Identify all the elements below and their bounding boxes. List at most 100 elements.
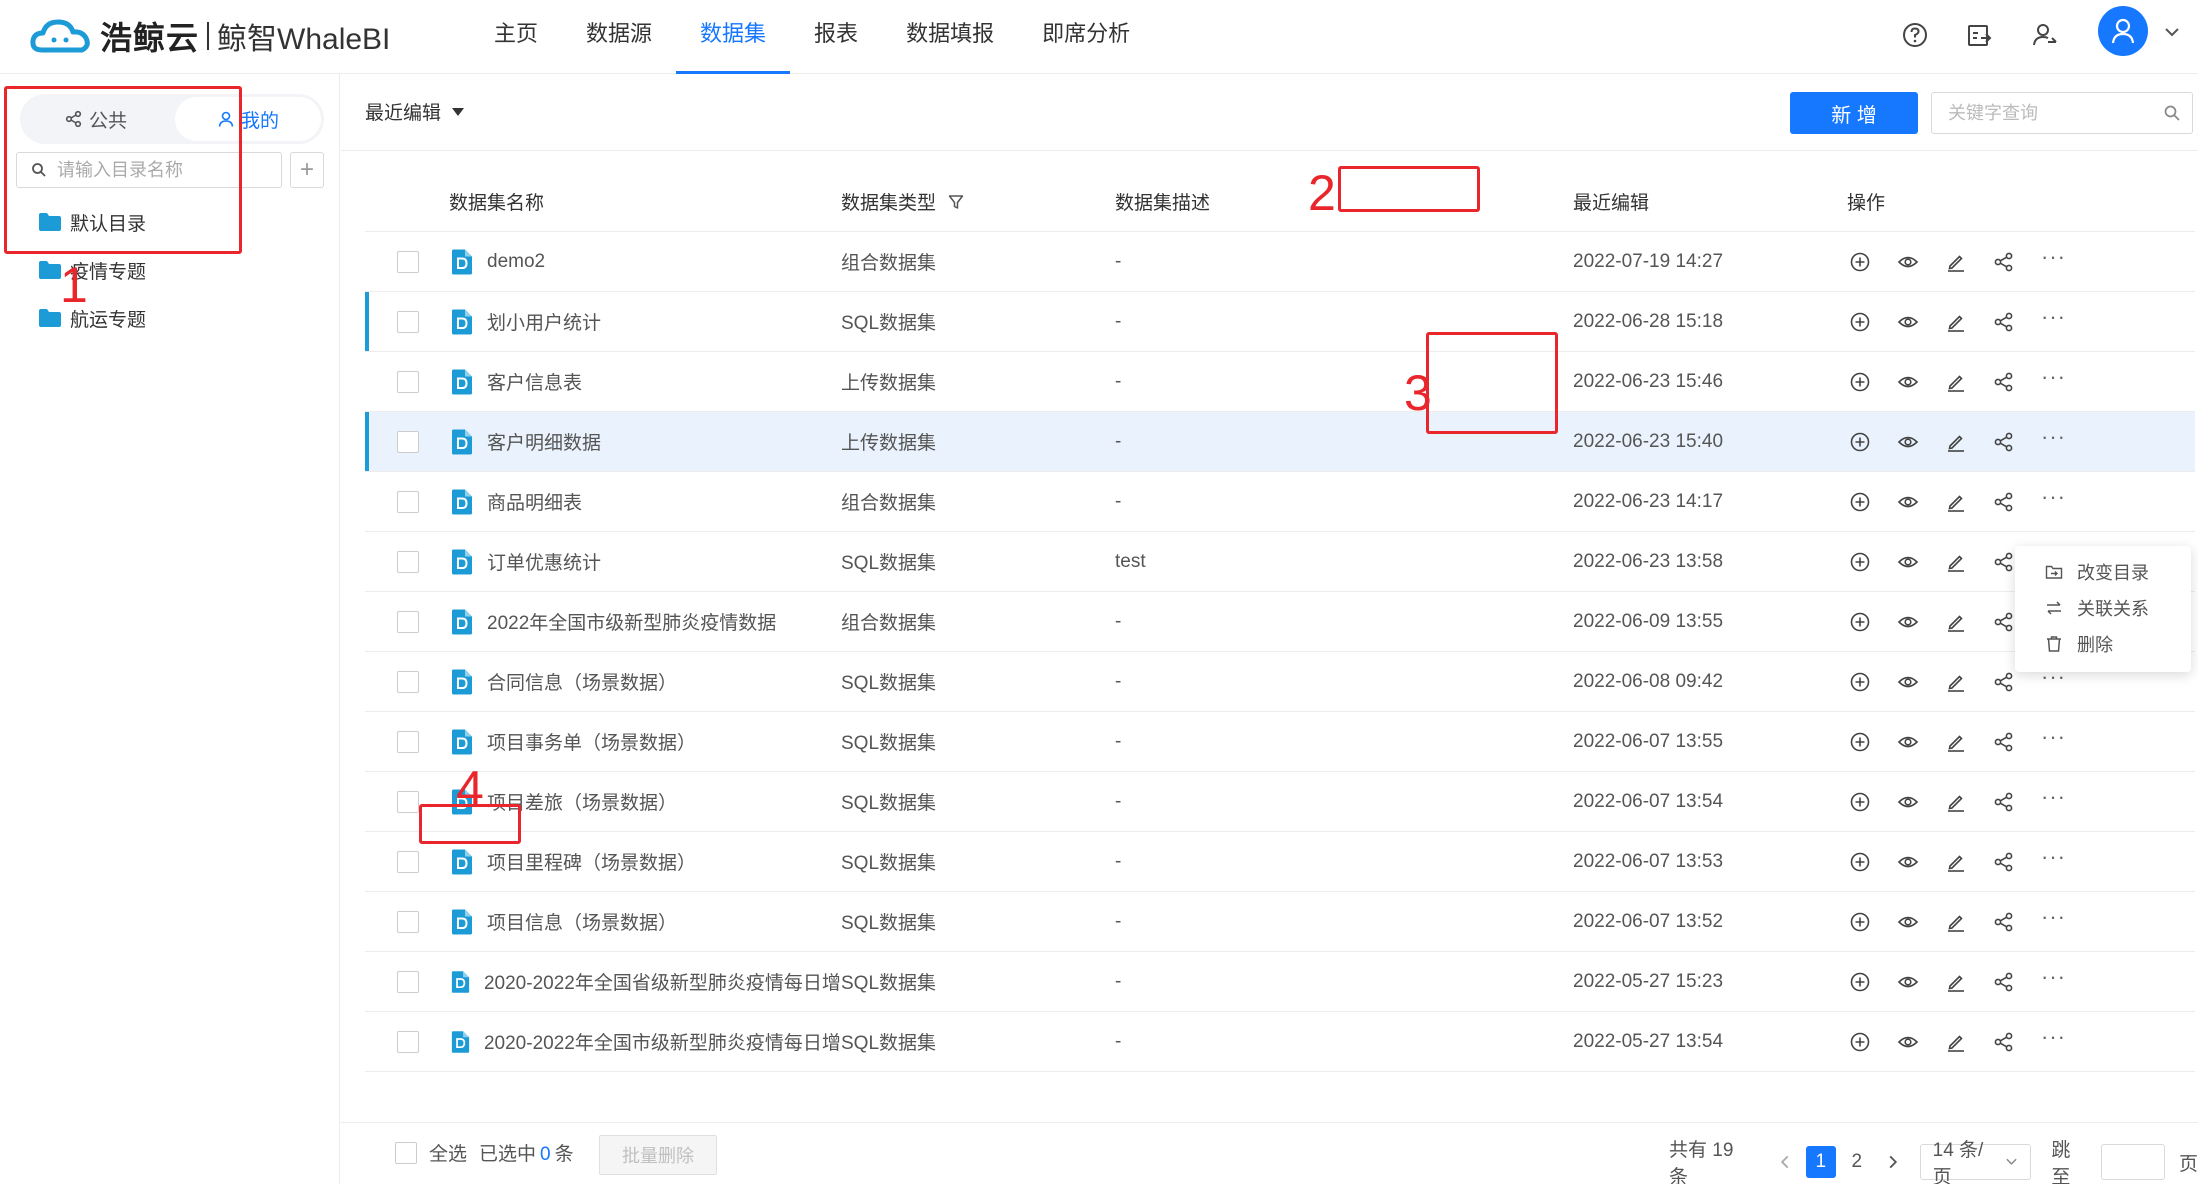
directory-item[interactable]: 航运专题 xyxy=(38,294,146,342)
share-icon[interactable] xyxy=(1991,489,2017,515)
page-2-button[interactable]: 2 xyxy=(1842,1146,1872,1178)
dataset-name[interactable]: 项目里程碑（场景数据） xyxy=(487,848,696,875)
row-checkbox[interactable] xyxy=(397,310,419,333)
eye-icon[interactable] xyxy=(1895,609,1921,635)
table-row[interactable]: 2020-2022年全国市级新型肺炎疫情每日增量数据SQL数据集 - 2022-05… xyxy=(365,1012,2195,1072)
eye-icon[interactable] xyxy=(1895,909,1921,935)
more-icon[interactable]: ··· xyxy=(2041,425,2066,452)
more-icon[interactable]: ··· xyxy=(2041,245,2066,272)
row-checkbox[interactable] xyxy=(397,370,419,393)
share-icon[interactable] xyxy=(1991,729,2017,755)
table-row[interactable]: demo2 组合数据集 - 2022-07-19 14:27 ··· xyxy=(365,232,2195,292)
eye-icon[interactable] xyxy=(1895,489,1921,515)
user-switch-icon[interactable] xyxy=(2030,20,2060,50)
add-directory-button[interactable]: + xyxy=(290,152,324,188)
more-icon[interactable]: ··· xyxy=(2041,905,2066,932)
more-icon[interactable]: ··· xyxy=(2041,485,2066,512)
page-size-select[interactable]: 14 条/页 xyxy=(1919,1140,2032,1184)
eye-icon[interactable] xyxy=(1895,969,1921,995)
select-all-checkbox[interactable] xyxy=(395,1141,417,1164)
nav-report[interactable]: 报表 xyxy=(790,0,882,74)
edit-icon[interactable] xyxy=(1943,1029,1969,1055)
share-icon[interactable] xyxy=(1991,309,2017,335)
plus-circle-icon[interactable] xyxy=(1847,909,1873,935)
dataset-name[interactable]: 客户信息表 xyxy=(487,368,582,395)
row-checkbox[interactable] xyxy=(397,550,419,573)
dataset-name[interactable]: demo2 xyxy=(487,251,545,273)
table-row[interactable]: 客户信息表 上传数据集 -2022-06-23 15:46 ··· xyxy=(365,352,2195,412)
plus-circle-icon[interactable] xyxy=(1847,849,1873,875)
dataset-name[interactable]: 合同信息（场景数据） xyxy=(487,668,677,695)
row-checkbox[interactable] xyxy=(397,490,419,513)
plus-circle-icon[interactable] xyxy=(1847,429,1873,455)
edit-icon[interactable] xyxy=(1943,489,1969,515)
table-row[interactable]: 订单优惠统计SQL数据集test2022-06-23 13:58··· xyxy=(365,532,2195,592)
help-circle-icon[interactable] xyxy=(1900,20,1930,50)
batch-delete-button[interactable]: 批量删除 xyxy=(599,1135,717,1175)
share-icon[interactable] xyxy=(1991,249,2017,275)
more-icon[interactable]: ··· xyxy=(2041,1025,2066,1052)
dataset-name[interactable]: 2020-2022年全国省级新型肺炎疫情每日增量数据 xyxy=(484,968,841,995)
more-icon[interactable]: ··· xyxy=(2041,965,2066,992)
more-icon[interactable]: ··· xyxy=(2041,665,2066,692)
eye-icon[interactable] xyxy=(1895,549,1921,575)
nav-data-fill[interactable]: 数据填报 xyxy=(882,0,1018,74)
table-row[interactable]: 2020-2022年全国省级新型肺炎疫情每日增量数据SQL数据集 - 2022-05… xyxy=(365,952,2195,1012)
edit-icon[interactable] xyxy=(1943,369,1969,395)
row-checkbox[interactable] xyxy=(397,1030,419,1053)
dataset-name[interactable]: 划小用户统计 xyxy=(487,308,601,335)
more-icon[interactable]: ··· xyxy=(2041,845,2066,872)
edit-icon[interactable] xyxy=(1943,609,1969,635)
sort-select[interactable]: 最近编辑 xyxy=(365,98,465,125)
edit-icon[interactable] xyxy=(1943,549,1969,575)
eye-icon[interactable] xyxy=(1895,309,1921,335)
edit-icon[interactable] xyxy=(1943,849,1969,875)
plus-circle-icon[interactable] xyxy=(1847,369,1873,395)
row-checkbox[interactable] xyxy=(397,670,419,693)
eye-icon[interactable] xyxy=(1895,249,1921,275)
plus-circle-icon[interactable] xyxy=(1847,729,1873,755)
share-icon[interactable] xyxy=(1991,969,2017,995)
filter-icon[interactable] xyxy=(948,194,964,210)
plus-circle-icon[interactable] xyxy=(1847,549,1873,575)
jump-page-input[interactable] xyxy=(2100,1144,2165,1180)
eye-icon[interactable] xyxy=(1895,369,1921,395)
row-checkbox[interactable] xyxy=(397,610,419,633)
eye-icon[interactable] xyxy=(1895,429,1921,455)
prev-page-icon[interactable] xyxy=(1770,1146,1800,1178)
row-checkbox[interactable] xyxy=(397,250,419,273)
table-row[interactable]: 2022年全国市级新型肺炎疫情数据组合数据集-2022-06-09 13:55·… xyxy=(365,592,2195,652)
add-dataset-button[interactable]: 新 增 xyxy=(1790,92,1918,134)
table-row[interactable]: 划小用户统计 SQL数据集 - 2022-06-28 15:18 ··· xyxy=(365,292,2195,352)
dataset-name[interactable]: 项目信息（场景数据） xyxy=(487,908,677,935)
edit-icon[interactable] xyxy=(1943,429,1969,455)
edit-icon[interactable] xyxy=(1943,669,1969,695)
nav-adhoc-analysis[interactable]: 即席分析 xyxy=(1018,0,1154,74)
edit-icon[interactable] xyxy=(1943,909,1969,935)
row-checkbox[interactable] xyxy=(397,730,419,753)
row-checkbox[interactable] xyxy=(397,910,419,933)
share-icon[interactable] xyxy=(1991,1029,2017,1055)
more-icon[interactable]: ··· xyxy=(2041,305,2066,332)
dataset-name[interactable]: 2020-2022年全国市级新型肺炎疫情每日增量数据 xyxy=(484,1028,841,1055)
share-icon[interactable] xyxy=(1991,369,2017,395)
dataset-name[interactable]: 商品明细表 xyxy=(487,488,582,515)
table-row[interactable]: 项目差旅（场景数据） SQL数据集 -2022-06-07 13:54 ··· xyxy=(365,772,2195,832)
share-icon[interactable] xyxy=(1991,849,2017,875)
table-row[interactable]: 项目信息（场景数据） SQL数据集 - 2022-06-07 13:52 ··· xyxy=(365,892,2195,952)
next-page-icon[interactable] xyxy=(1878,1146,1908,1178)
plus-circle-icon[interactable] xyxy=(1847,669,1873,695)
plus-circle-icon[interactable] xyxy=(1847,309,1873,335)
avatar[interactable] xyxy=(2098,6,2148,56)
menu-change-directory[interactable]: 改变目录 xyxy=(2015,554,2191,590)
plus-circle-icon[interactable] xyxy=(1847,969,1873,995)
table-row[interactable]: 商品明细表 组合数据集 - 2022-06-23 14:17 ··· xyxy=(365,472,2195,532)
export-icon[interactable] xyxy=(1964,20,1994,50)
row-checkbox[interactable] xyxy=(397,970,419,993)
edit-icon[interactable] xyxy=(1943,789,1969,815)
plus-circle-icon[interactable] xyxy=(1847,609,1873,635)
dataset-name[interactable]: 2022年全国市级新型肺炎疫情数据 xyxy=(487,608,776,635)
more-icon[interactable]: ··· xyxy=(2041,785,2066,812)
plus-circle-icon[interactable] xyxy=(1847,789,1873,815)
search-icon[interactable] xyxy=(2163,104,2181,122)
